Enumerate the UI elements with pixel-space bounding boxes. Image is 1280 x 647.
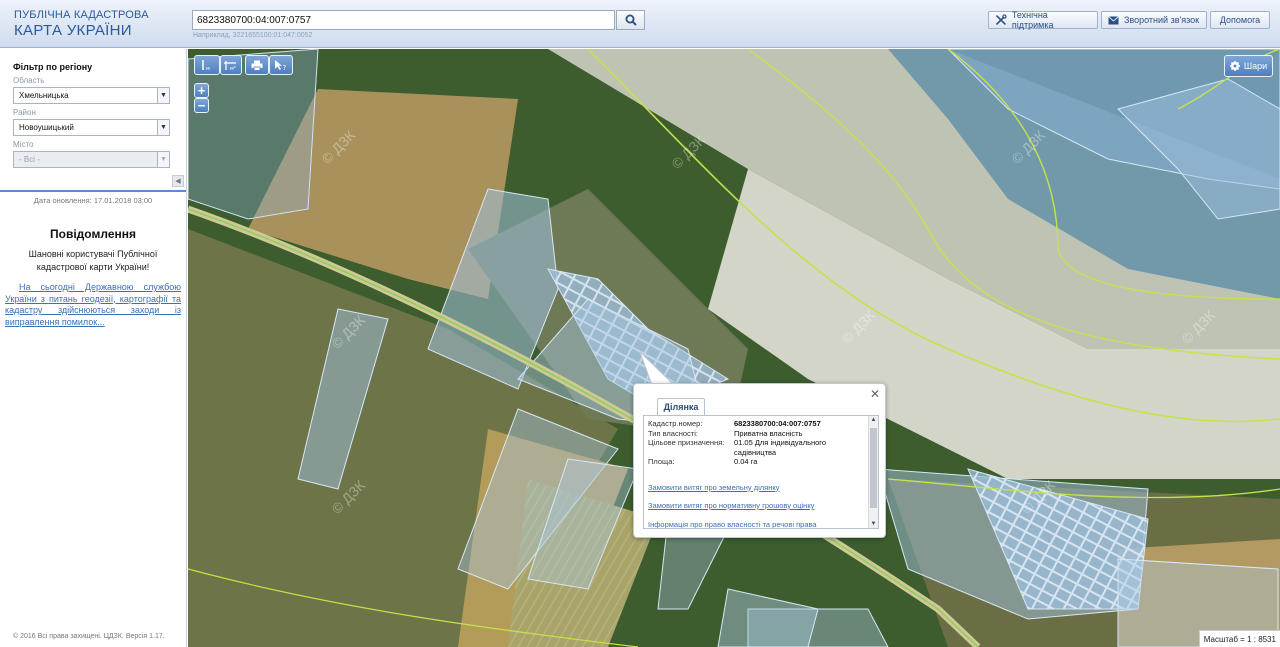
purpose: 01.05 Для індивідуального садівництва	[734, 438, 827, 457]
popup-pointer	[639, 351, 676, 386]
close-popup-button[interactable]: ✕	[870, 387, 880, 401]
tools-icon	[995, 14, 1007, 26]
search-icon	[625, 14, 637, 26]
gear-icon	[1229, 61, 1240, 71]
collapse-sidebar-button[interactable]: ◀	[172, 175, 184, 187]
oblast-select[interactable]: Хмельницька ▼	[13, 87, 170, 104]
parcel-row-ownership: Тип власності: Приватна власність	[648, 429, 864, 439]
rayon-label: Район	[13, 108, 36, 117]
row-key: Площа:	[648, 457, 675, 466]
oblast-value: Хмельницька	[19, 91, 69, 100]
map-view[interactable]: © ДЗК © ДЗК © ДЗК © ДЗК © ДЗК © ДЗК © ДЗ…	[188, 49, 1280, 647]
help-button[interactable]: Допомога	[1210, 11, 1270, 29]
measure-distance-button[interactable]: м	[194, 55, 220, 75]
misto-value: - Всі -	[19, 155, 40, 164]
misto-label: Місто	[13, 140, 34, 149]
order-valuation-link[interactable]: Замовити витяг про нормативну грошову оц…	[648, 501, 864, 511]
filter-title: Фільтр по регіону	[13, 62, 93, 72]
print-button[interactable]	[245, 55, 269, 75]
oblast-label: Область	[13, 76, 45, 85]
identify-button[interactable]: ?	[269, 55, 293, 75]
help-label: Допомога	[1219, 15, 1261, 25]
sidebar: Фільтр по регіону Область Хмельницька ▼ …	[0, 49, 187, 647]
copyright: © 2016 Всі права захищені. ЦДЗК. Версія …	[13, 633, 165, 640]
popup-scrollbar[interactable]: ▲ ▼	[868, 416, 878, 528]
cadastral-search-input[interactable]	[192, 10, 615, 30]
scroll-thumb[interactable]	[870, 428, 877, 508]
support-label: Технічна підтримка	[1011, 10, 1054, 30]
parcel-row-cadnum: Кадастр.номер: 6823380700:04:007:0757	[648, 419, 864, 429]
notice-link[interactable]: На сьогодні Державною службою України з …	[0, 282, 186, 328]
region-filter: Фільтр по регіону Область Хмельницька ▼ …	[0, 49, 186, 192]
header: ПУБЛІЧНА КАДАСТРОВА КАРТА УКРАЇНИ Наприк…	[0, 0, 1280, 48]
notice-title: Повідомлення	[50, 227, 136, 241]
ruler-icon: м	[202, 60, 210, 71]
scroll-up-icon[interactable]: ▲	[869, 417, 878, 423]
support-button[interactable]: Технічна підтримка	[988, 10, 1098, 30]
pointer-question-icon: ?	[275, 60, 287, 71]
order-extract-link[interactable]: Замовити витяг про земельну ділянку	[648, 483, 864, 493]
svg-text:м²: м²	[230, 66, 236, 71]
feedback-button[interactable]: Зворотний зв'язок	[1101, 11, 1207, 29]
site-logo[interactable]: ПУБЛІЧНА КАДАСТРОВА КАРТА УКРАЇНИ	[14, 9, 149, 39]
row-key: Тип власності:	[648, 428, 698, 438]
ownership-info-link[interactable]: Інформація про право власності та речові…	[648, 520, 864, 529]
logo-line1: ПУБЛІЧНА КАДАСТРОВА	[14, 9, 149, 21]
feedback-label: Зворотний зв'язок	[1124, 15, 1200, 25]
area-value: 0.04 га	[734, 457, 758, 466]
update-date: Дата оновлення: 17.01.2018 03:00	[33, 196, 153, 205]
parcel-row-area: Площа: 0.04 га	[648, 457, 864, 467]
map-scale: Масштаб = 1 : 8531	[1198, 630, 1280, 647]
svg-text:м: м	[206, 66, 210, 71]
layers-button[interactable]: Шари	[1224, 55, 1273, 77]
row-key: Цільове призначення:	[648, 438, 725, 447]
measure-area-button[interactable]: м²	[220, 55, 242, 75]
popup-body: Кадастр.номер: 6823380700:04:007:0757 Ти…	[643, 415, 879, 529]
tab-parcel[interactable]: Ділянка	[657, 398, 705, 415]
parcel-popup: ✕ Ділянка Кадастр.номер: 6823380700:04:0…	[633, 383, 886, 538]
chevron-down-icon: ▼	[157, 120, 169, 135]
misto-select[interactable]: - Всі - ▼	[13, 151, 170, 168]
parcel-row-purpose: Цільове призначення: 01.05 Для індивідуа…	[648, 438, 864, 457]
chevron-down-icon: ▼	[157, 152, 169, 167]
area-ruler-icon: м²	[224, 61, 236, 71]
search-button[interactable]	[616, 10, 645, 30]
rayon-value: Новоушицький	[19, 123, 74, 132]
layers-label: Шари	[1243, 61, 1268, 71]
svg-text:?: ?	[283, 64, 287, 71]
zoom-out-button[interactable]: −	[194, 98, 209, 113]
envelope-icon	[1108, 15, 1119, 24]
zoom-in-button[interactable]: +	[194, 83, 209, 98]
logo-line2: КАРТА УКРАЇНИ	[14, 22, 132, 39]
search-hint: Наприклад, 3221655100:01:047:0052	[193, 32, 313, 39]
row-key: Кадастр.номер:	[648, 419, 703, 428]
notice-text: Шановні користувачі Публічної кадастрово…	[28, 249, 158, 272]
cadastral-number: 6823380700:04:007:0757	[734, 419, 821, 428]
scroll-down-icon[interactable]: ▼	[869, 521, 878, 527]
chevron-down-icon: ▼	[157, 88, 169, 103]
printer-icon	[251, 60, 263, 71]
rayon-select[interactable]: Новоушицький ▼	[13, 119, 170, 136]
ownership-type: Приватна власність	[734, 428, 803, 438]
